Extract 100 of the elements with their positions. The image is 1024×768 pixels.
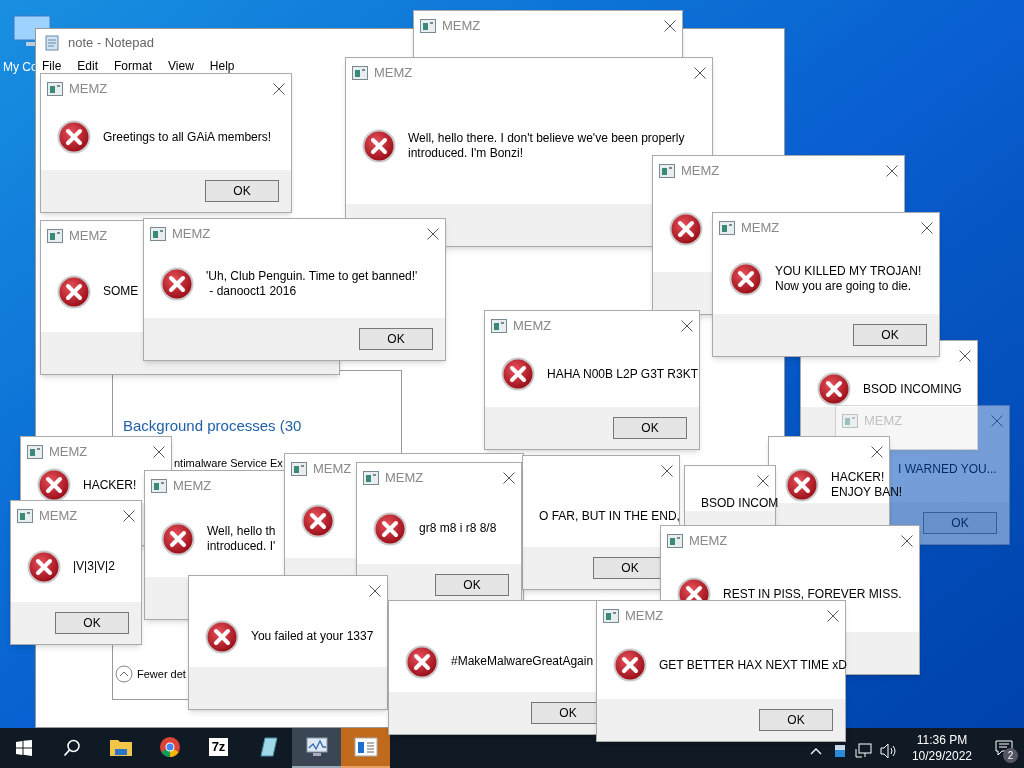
ok-button[interactable]: OK — [55, 612, 129, 634]
error-message: YOU KILLED MY TROJAN! Now you are going to die. — [775, 263, 922, 294]
dialog-title: MEMZ — [689, 532, 728, 551]
monitor-chart-icon — [304, 736, 329, 758]
dialog-title: MEMZ — [69, 227, 108, 246]
error-message: HACKER! — [83, 477, 137, 493]
app-icon — [352, 66, 368, 80]
notification-button[interactable]: 2 — [984, 728, 1024, 768]
taskbar-app-button[interactable] — [292, 728, 341, 768]
error-message: You failed at your 1337 — [251, 629, 374, 644]
error-message: REST IN PISS, FOREVER MISS. — [723, 586, 902, 602]
app-icon — [363, 471, 379, 485]
app-label: 7z — [208, 738, 229, 756]
error-message: |V|3|V|2 — [73, 559, 115, 574]
network-icon — [854, 743, 873, 759]
dialog-title: MEMZ — [442, 17, 481, 36]
app-icon — [491, 319, 507, 333]
ok-button[interactable]: OK — [205, 180, 279, 202]
ok-button[interactable]: OK — [359, 328, 433, 350]
close-icon — [661, 465, 673, 477]
notepad-icon — [44, 35, 60, 51]
dialog-title: MEMZ — [741, 219, 780, 238]
menu-item[interactable]: View — [168, 57, 194, 75]
close-icon — [886, 165, 898, 177]
error-message: GET BETTER HAX NEXT TIME xD — [659, 657, 848, 673]
dialog-title: MEMZ — [69, 80, 108, 99]
dialog-title: MEMZ — [385, 469, 424, 488]
error-message: O FAR, BUT IN THE END, — [539, 509, 680, 524]
dialog-title: MEMZ — [39, 507, 78, 526]
speaker-icon — [878, 743, 897, 759]
process-name: ntimalware Service Ex — [174, 456, 283, 471]
error-message: HAHA N00B L2P G3T R3KT — [547, 366, 698, 382]
close-icon — [959, 350, 971, 362]
menu-item[interactable]: Edit — [77, 57, 99, 75]
error-message: #MakeMalwareGreatAgain — [451, 654, 594, 669]
error-message: gr8 m8 i r8 8/8 — [419, 521, 497, 536]
close-icon — [123, 510, 135, 522]
menu-item[interactable]: Format — [114, 57, 153, 75]
collapse-icon — [115, 665, 133, 683]
clock-date[interactable]: 10/29/2022 — [911, 748, 972, 764]
clock-time[interactable]: 11:36 PM — [916, 732, 968, 748]
app-icon — [842, 414, 858, 428]
app-icon — [47, 229, 63, 243]
dialog-title: MEMZ — [173, 477, 212, 496]
section-heading: Background processes (30 — [123, 416, 302, 436]
ok-button[interactable]: OK — [613, 417, 687, 439]
close-icon — [153, 446, 165, 458]
browser-icon — [158, 736, 181, 758]
app-icon — [27, 445, 43, 459]
dialog-title: MEMZ — [313, 460, 352, 479]
app-icon — [151, 479, 167, 493]
dialog-title: MEMZ — [49, 443, 88, 462]
dialog-title: MEMZ — [172, 225, 211, 244]
ok-button[interactable]: OK — [759, 709, 833, 731]
windows-logo-icon — [16, 740, 32, 756]
close-icon — [694, 67, 706, 79]
fewer-details-button[interactable]: Fewer det — [115, 665, 186, 683]
taskbar-app-button[interactable]: 7z — [194, 728, 243, 768]
close-icon — [369, 585, 381, 597]
close-icon — [427, 228, 439, 240]
dialog-title: MEMZ — [681, 162, 720, 181]
error-message: BSOD INCOMING — [863, 381, 962, 397]
taskbar-app-button[interactable] — [341, 728, 390, 768]
error-message: Greetings to all GAiA members! — [103, 129, 272, 145]
search-icon — [63, 739, 81, 757]
error-message: 'Uh, Club Penguin. Time to get banned!' - danooct1 2016 — [206, 268, 418, 299]
close-icon — [991, 415, 1003, 427]
ok-button[interactable]: OK — [853, 324, 927, 346]
dialog-title: MEMZ — [625, 607, 664, 626]
notification-count: 2 — [1003, 748, 1018, 763]
dialog-title: MEMZ — [513, 317, 552, 336]
close-icon — [757, 475, 769, 487]
close-icon — [664, 20, 676, 32]
error-message: Well, hello th introduced. I' — [207, 524, 276, 554]
app-icon — [603, 609, 619, 623]
tray-app-icon — [833, 744, 846, 758]
ok-button[interactable]: OK — [923, 512, 997, 534]
close-icon — [273, 83, 285, 95]
app-icon — [420, 19, 436, 33]
app-window-icon — [353, 737, 378, 757]
folder-icon — [108, 737, 133, 757]
close-icon — [921, 222, 933, 234]
app-icon — [659, 164, 675, 178]
window-title: note - Notepad — [68, 34, 154, 53]
menu-item[interactable]: File — [42, 57, 62, 75]
error-message: SOME — [103, 284, 139, 299]
close-icon — [827, 610, 839, 622]
close-icon — [503, 472, 515, 484]
close-icon — [871, 446, 883, 458]
chevron-up-icon — [809, 747, 822, 755]
app-icon — [47, 82, 63, 96]
app-icon — [719, 221, 735, 235]
app-icon — [17, 509, 33, 523]
error-message: BSOD INCOM — [701, 496, 779, 511]
close-icon — [901, 535, 913, 547]
error-message: I WARNED YOU... — [898, 461, 997, 477]
error-message: Well, hello there. I don't believe we've been properly introduced. I'm Bonzi! — [408, 131, 685, 161]
app-icon — [150, 227, 166, 241]
ok-button[interactable]: OK — [435, 574, 509, 596]
menu-item[interactable]: Help — [209, 57, 235, 75]
